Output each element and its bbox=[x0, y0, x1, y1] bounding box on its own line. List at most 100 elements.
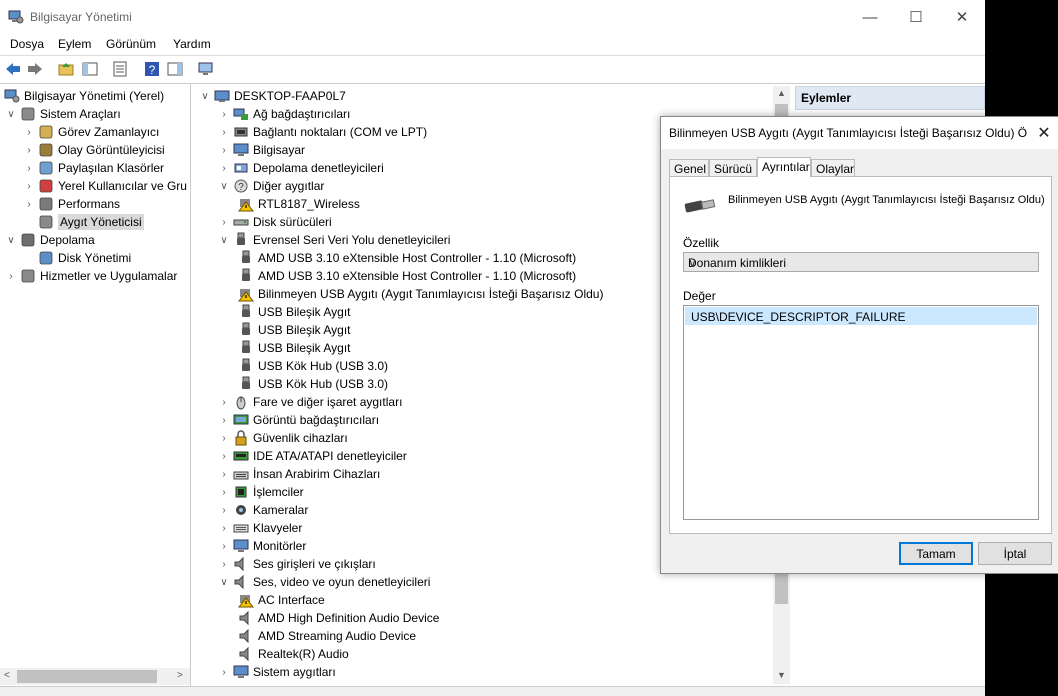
tree-root[interactable]: Bilgisayar Yönetimi (Yerel) bbox=[4, 87, 164, 105]
expand-icon[interactable]: › bbox=[219, 109, 229, 120]
scroll-right-icon[interactable]: > bbox=[177, 670, 183, 681]
device-item[interactable]: USB Bileşik Aygıt bbox=[238, 339, 350, 357]
tree-item[interactable]: › Performans bbox=[24, 195, 120, 213]
expand-icon[interactable]: › bbox=[219, 541, 229, 552]
device-category[interactable]: › Ağ bağdaştırıcıları bbox=[219, 105, 350, 123]
expand-icon[interactable]: › bbox=[219, 163, 229, 174]
expand-icon[interactable]: › bbox=[219, 559, 229, 570]
cancel-button[interactable]: İptal bbox=[978, 542, 1052, 565]
device-item[interactable]: Bilinmeyen USB Aygıtı (Aygıt Tanımlayıcı… bbox=[238, 285, 603, 303]
device-item[interactable]: AMD Streaming Audio Device bbox=[238, 627, 416, 645]
tree-item[interactable]: › Görev Zamanlayıcı bbox=[24, 123, 159, 141]
device-item[interactable]: AMD High Definition Audio Device bbox=[238, 609, 439, 627]
up-folder-icon[interactable] bbox=[57, 60, 75, 78]
scroll-left-icon[interactable]: < bbox=[4, 670, 10, 681]
collapse-icon[interactable]: ∨ bbox=[6, 109, 16, 120]
property-select[interactable]: Donanım kimlikleri ∨ bbox=[683, 252, 1039, 272]
device-category[interactable]: › IDE ATA/ATAPI denetleyiciler bbox=[219, 447, 407, 465]
device-category[interactable]: › İşlemciler bbox=[219, 483, 303, 501]
tree-horizontal-scrollbar[interactable]: < > bbox=[0, 668, 190, 685]
device-category[interactable]: › Klavyeler bbox=[219, 519, 302, 537]
expand-icon[interactable]: › bbox=[219, 433, 229, 444]
back-arrow-icon[interactable] bbox=[4, 60, 22, 78]
scroll-up-icon[interactable]: ▲ bbox=[777, 88, 786, 98]
collapse-icon[interactable]: ∨ bbox=[6, 235, 16, 246]
device-category[interactable]: › Disk sürücüleri bbox=[219, 213, 331, 231]
tab-details[interactable]: Ayrıntılar bbox=[757, 157, 811, 177]
device-item[interactable]: Realtek(R) Audio bbox=[238, 645, 349, 663]
device-category[interactable]: ∨ Evrensel Seri Veri Yolu denetleyicileri bbox=[219, 231, 450, 249]
tree-item[interactable]: › Hizmetler ve Uygulamalar bbox=[6, 267, 177, 285]
menu-help[interactable]: Yardım bbox=[173, 37, 211, 51]
expand-icon[interactable]: › bbox=[219, 145, 229, 156]
expand-icon[interactable]: › bbox=[24, 127, 34, 138]
collapse-icon[interactable]: ∨ bbox=[200, 91, 210, 102]
tree-item[interactable]: ∨ Sistem Araçları bbox=[6, 105, 120, 123]
device-item[interactable]: AMD USB 3.10 eXtensible Host Controller … bbox=[238, 249, 576, 267]
device-category[interactable]: › Görüntü bağdaştırıcıları bbox=[219, 411, 379, 429]
device-category[interactable]: › Ses girişleri ve çıkışları bbox=[219, 555, 376, 573]
menu-action[interactable]: Eylem bbox=[58, 37, 91, 51]
close-button[interactable]: ✕ bbox=[939, 0, 985, 34]
device-tree-root[interactable]: ∨ DESKTOP-FAAP0L7 bbox=[200, 87, 346, 105]
show-hide-tree-icon[interactable] bbox=[81, 60, 99, 78]
dialog-close-button[interactable]: ✕ bbox=[1029, 117, 1058, 149]
device-item[interactable]: USB Bileşik Aygıt bbox=[238, 321, 350, 339]
device-item[interactable]: RTL8187_Wireless bbox=[238, 195, 360, 213]
properties-icon[interactable] bbox=[111, 60, 129, 78]
minimize-button[interactable]: — bbox=[847, 0, 893, 34]
expand-icon[interactable]: › bbox=[6, 271, 16, 282]
expand-icon[interactable]: › bbox=[24, 199, 34, 210]
scroll-thumb[interactable] bbox=[17, 670, 157, 683]
show-action-pane-icon[interactable] bbox=[166, 60, 184, 78]
expand-icon[interactable]: › bbox=[24, 181, 34, 192]
device-item[interactable]: USB Kök Hub (USB 3.0) bbox=[238, 357, 388, 375]
tree-item[interactable]: › Paylaşılan Klasörler bbox=[24, 159, 164, 177]
value-item[interactable]: USB\DEVICE_DESCRIPTOR_FAILURE bbox=[685, 307, 1037, 325]
menu-file[interactable]: Dosya bbox=[10, 37, 44, 51]
device-item[interactable]: USB Bileşik Aygıt bbox=[238, 303, 350, 321]
tab-driver[interactable]: Sürücü bbox=[709, 159, 757, 176]
device-category[interactable]: › İnsan Arabirim Cihazları bbox=[219, 465, 380, 483]
tree-item[interactable]: ∨ Depolama bbox=[6, 231, 94, 249]
expand-icon[interactable]: › bbox=[219, 451, 229, 462]
scan-hardware-icon[interactable] bbox=[197, 60, 215, 78]
scroll-down-icon[interactable]: ▼ bbox=[777, 670, 786, 680]
device-category[interactable]: › Fare ve diğer işaret aygıtları bbox=[219, 393, 402, 411]
tree-item[interactable]: › Olay Görüntüleyicisi bbox=[24, 141, 164, 159]
device-category[interactable]: › Kameralar bbox=[219, 501, 308, 519]
device-category[interactable]: › Depolama denetleyicileri bbox=[219, 159, 383, 177]
device-category[interactable]: ∨? Diğer aygıtlar bbox=[219, 177, 324, 195]
expand-icon[interactable]: › bbox=[219, 487, 229, 498]
device-item[interactable]: AMD USB 3.10 eXtensible Host Controller … bbox=[238, 267, 576, 285]
expand-icon[interactable]: › bbox=[219, 667, 229, 678]
device-category[interactable]: › Monitörler bbox=[219, 537, 306, 555]
expand-icon[interactable]: › bbox=[219, 505, 229, 516]
device-category[interactable]: › Bağlantı noktaları (COM ve LPT) bbox=[219, 123, 427, 141]
device-category[interactable]: › Bilgisayar bbox=[219, 141, 305, 159]
collapse-icon[interactable]: ∨ bbox=[219, 181, 229, 192]
forward-arrow-icon[interactable] bbox=[26, 60, 44, 78]
expand-icon[interactable]: › bbox=[219, 469, 229, 480]
expand-icon[interactable]: › bbox=[219, 397, 229, 408]
tab-general[interactable]: Genel bbox=[669, 159, 709, 176]
expand-icon[interactable]: › bbox=[219, 217, 229, 228]
ok-button[interactable]: Tamam bbox=[899, 542, 973, 565]
device-item[interactable]: AC Interface bbox=[238, 591, 325, 609]
collapse-icon[interactable]: ∨ bbox=[219, 577, 229, 588]
device-category[interactable]: ∨ Ses, video ve oyun denetleyicileri bbox=[219, 573, 430, 591]
menu-view[interactable]: Görünüm bbox=[106, 37, 156, 51]
tree-item[interactable]: Aygıt Yöneticisi bbox=[24, 213, 144, 231]
tab-events[interactable]: Olaylar bbox=[811, 159, 855, 176]
tree-item[interactable]: › Yerel Kullanıcılar ve Gru bbox=[24, 177, 187, 195]
expand-icon[interactable]: › bbox=[24, 163, 34, 174]
expand-icon[interactable]: › bbox=[219, 523, 229, 534]
device-category[interactable]: › Güvenlik cihazları bbox=[219, 429, 348, 447]
device-item[interactable]: USB Kök Hub (USB 3.0) bbox=[238, 375, 388, 393]
expand-icon[interactable]: › bbox=[24, 145, 34, 156]
value-list[interactable]: USB\DEVICE_DESCRIPTOR_FAILURE bbox=[683, 305, 1039, 520]
collapse-icon[interactable]: ∨ bbox=[219, 235, 229, 246]
expand-icon[interactable]: › bbox=[219, 415, 229, 426]
maximize-button[interactable]: ☐ bbox=[893, 0, 939, 34]
tree-item[interactable]: Disk Yönetimi bbox=[24, 249, 131, 267]
